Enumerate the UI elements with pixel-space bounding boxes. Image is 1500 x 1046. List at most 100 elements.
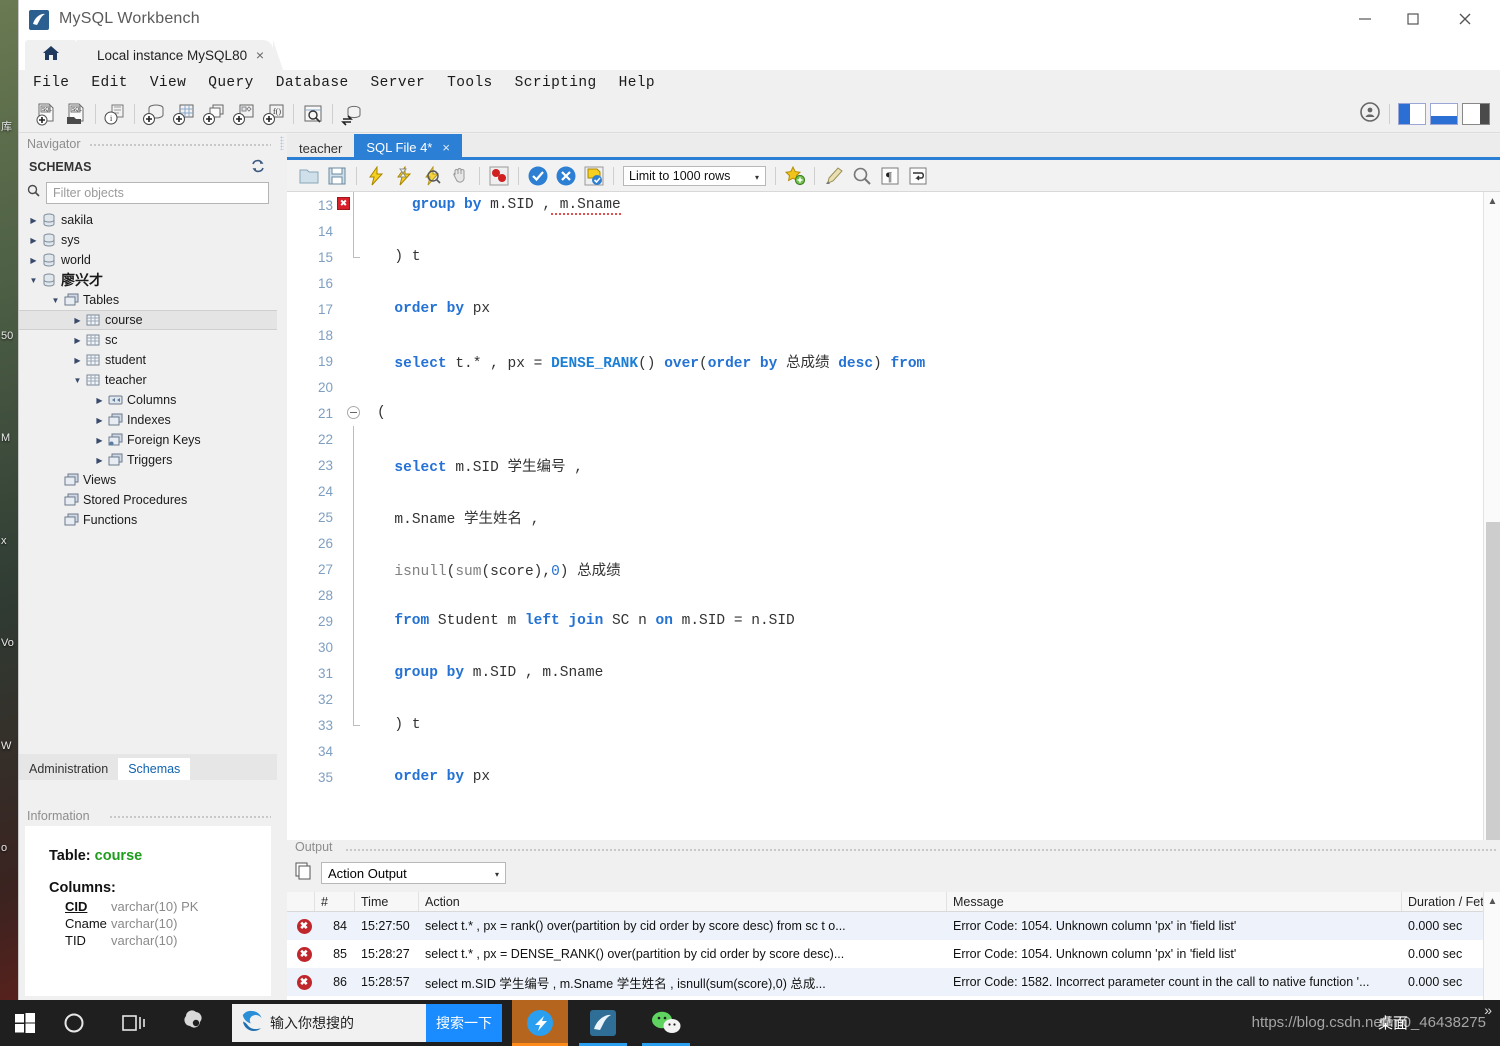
code-line[interactable]: 14: [287, 218, 1500, 244]
windows-start-icon[interactable]: [0, 1000, 50, 1046]
copy-icon[interactable]: [295, 862, 313, 885]
fold-column[interactable]: [341, 322, 367, 348]
chevron-right-icon[interactable]: ▶: [93, 396, 106, 405]
tab-teacher[interactable]: teacher: [287, 136, 355, 160]
connection-info-icon[interactable]: i: [100, 99, 130, 129]
chevron-right-icon[interactable]: ▶: [27, 236, 40, 245]
save-file-icon[interactable]: [323, 162, 351, 190]
code-line[interactable]: 30: [287, 634, 1500, 660]
vertical-splitter[interactable]: [277, 134, 287, 1000]
menu-database[interactable]: Database: [276, 75, 349, 91]
refresh-icon[interactable]: [251, 159, 265, 176]
tree-item-triggers[interactable]: ▶ Triggers: [19, 450, 277, 470]
minimize-button[interactable]: [1342, 0, 1388, 38]
output-vertical-scrollbar[interactable]: ▲: [1483, 892, 1500, 1000]
sql-code-editor[interactable]: 13 ✖ group by m.SID , m.Sname 14 15 ) t 16 17…: [287, 192, 1500, 940]
code-line[interactable]: 33 ) t: [287, 712, 1500, 738]
code-line[interactable]: 27 isnull(sum(score),0) 总成绩: [287, 556, 1500, 582]
tree-item-indexes[interactable]: ▶ Indexes: [19, 410, 277, 430]
code-line[interactable]: 15 ) t: [287, 244, 1500, 270]
search-input[interactable]: 输入你想搜的: [270, 1013, 354, 1033]
code-line[interactable]: 32: [287, 686, 1500, 712]
sogou-icon[interactable]: [172, 1000, 220, 1046]
new-schema-icon[interactable]: [139, 99, 169, 129]
tree-item-sakila[interactable]: ▶ sakila: [19, 210, 277, 230]
filter-objects-input[interactable]: Filter objects: [46, 182, 269, 204]
fold-column[interactable]: [341, 686, 367, 712]
fold-column[interactable]: [341, 582, 367, 608]
code-line[interactable]: 24: [287, 478, 1500, 504]
fold-column[interactable]: [341, 452, 367, 478]
tree-item-sc[interactable]: ▶ sc: [19, 330, 277, 350]
close-icon[interactable]: ×: [256, 47, 264, 63]
tab-schemas[interactable]: Schemas: [118, 758, 191, 780]
code-line[interactable]: 26: [287, 530, 1500, 556]
search-data-icon[interactable]: [298, 99, 328, 129]
open-file-icon[interactable]: [295, 162, 323, 190]
table-row[interactable]: ✖ 86 15:28:57 select m.SID 学生编号 , m.Sname 学…: [287, 968, 1500, 996]
new-view-icon[interactable]: [199, 99, 229, 129]
wrap-lines-icon[interactable]: [904, 162, 932, 190]
scrollbar-thumb[interactable]: [1486, 522, 1500, 892]
toggle-secondary-sidebar-icon[interactable]: [1462, 103, 1490, 125]
code-line[interactable]: 34: [287, 738, 1500, 764]
code-line[interactable]: 25 m.Sname 学生姓名 ,: [287, 504, 1500, 530]
toggle-output-icon[interactable]: [1430, 103, 1458, 125]
chevron-right-icon[interactable]: ▶: [27, 256, 40, 265]
tree-item-sys[interactable]: ▶ sys: [19, 230, 277, 250]
fold-column[interactable]: [341, 556, 367, 582]
fold-column[interactable]: [341, 192, 367, 218]
execute-current-statement-icon[interactable]: [390, 162, 418, 190]
tree-item-views[interactable]: Views: [19, 470, 277, 490]
menu-server[interactable]: Server: [371, 75, 426, 91]
menu-tools[interactable]: Tools: [447, 75, 493, 91]
tree-item-廖兴才[interactable]: ▼ 廖兴才: [19, 270, 277, 290]
find-icon[interactable]: [848, 162, 876, 190]
code-line[interactable]: 17 order by px: [287, 296, 1500, 322]
fold-column[interactable]: [341, 400, 367, 426]
code-line[interactable]: 20: [287, 374, 1500, 400]
fold-column[interactable]: [341, 374, 367, 400]
editor-vertical-scrollbar[interactable]: ▲ ▼: [1483, 192, 1500, 940]
menu-file[interactable]: File: [33, 75, 69, 91]
stop-icon[interactable]: [446, 162, 474, 190]
fold-column[interactable]: [341, 348, 367, 374]
cortana-circle-icon[interactable]: [50, 1000, 98, 1046]
code-line[interactable]: 22: [287, 426, 1500, 452]
output-view-select[interactable]: Action Output ▾: [321, 862, 506, 884]
table-row[interactable]: ✖ 85 15:28:27 select t.* , px = DENSE_RANK(…: [287, 940, 1500, 968]
menu-scripting[interactable]: Scripting: [515, 75, 597, 91]
code-line[interactable]: 29 from Student m left join SC n on m.SI…: [287, 608, 1500, 634]
chevron-right-icon[interactable]: ▶: [71, 316, 84, 325]
code-line[interactable]: 28: [287, 582, 1500, 608]
explain-icon[interactable]: [418, 162, 446, 190]
wechat-icon[interactable]: [638, 1000, 694, 1046]
fold-column[interactable]: [341, 244, 367, 270]
chevron-right-icon[interactable]: ▶: [27, 216, 40, 225]
new-stored-procedure-icon[interactable]: [229, 99, 259, 129]
tree-item-columns[interactable]: ▶ Columns: [19, 390, 277, 410]
fold-toggle-icon[interactable]: [347, 406, 360, 419]
menu-view[interactable]: View: [150, 75, 186, 91]
fold-column[interactable]: [341, 218, 367, 244]
menu-query[interactable]: Query: [208, 75, 254, 91]
tree-item-functions[interactable]: Functions: [19, 510, 277, 530]
limit-rows-select[interactable]: Limit to 1000 rows ▾: [623, 165, 766, 186]
overflow-chevron-icon[interactable]: »: [1484, 1002, 1492, 1018]
chevron-down-icon[interactable]: ▼: [71, 376, 84, 385]
chevron-down-icon[interactable]: ▼: [27, 276, 40, 285]
tab-sql-file-4[interactable]: SQL File 4* ×: [354, 134, 462, 160]
new-table-icon[interactable]: [169, 99, 199, 129]
fold-column[interactable]: [341, 270, 367, 296]
chevron-down-icon[interactable]: ▼: [49, 296, 62, 305]
tab-local-instance-mysql80[interactable]: Local instance MySQL80 ×: [77, 40, 284, 70]
rollback-icon[interactable]: [552, 162, 580, 190]
fold-column[interactable]: [341, 608, 367, 634]
tree-item-world[interactable]: ▶ world: [19, 250, 277, 270]
tree-item-tables[interactable]: ▼ Tables: [19, 290, 277, 310]
fold-column[interactable]: [341, 478, 367, 504]
toggle-sidebar-icon[interactable]: [1398, 103, 1426, 125]
beautify-icon[interactable]: [820, 162, 848, 190]
scroll-up-icon[interactable]: ▲: [1484, 192, 1500, 210]
maximize-button[interactable]: [1390, 0, 1436, 38]
